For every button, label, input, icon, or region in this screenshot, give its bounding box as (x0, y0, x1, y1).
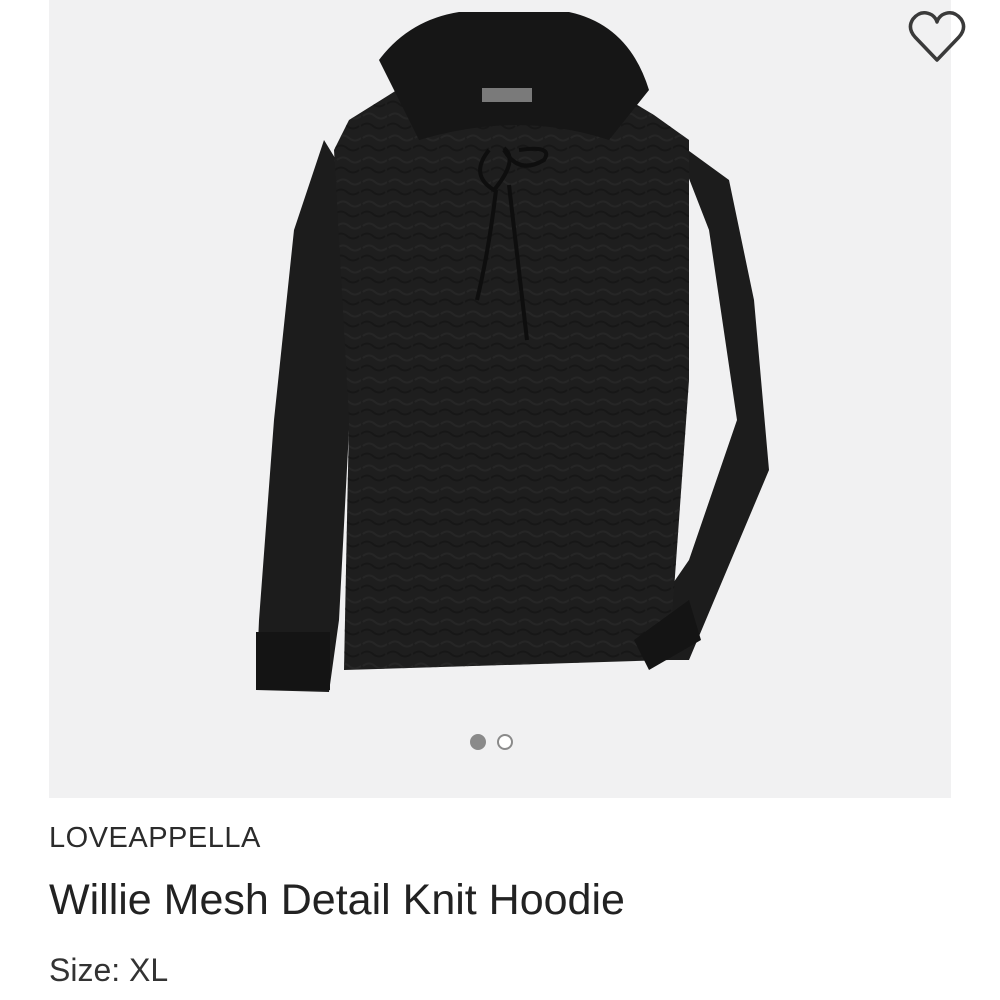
product-brand[interactable]: LOVEAPPELLA (49, 822, 261, 855)
heart-outline-icon (908, 11, 966, 62)
carousel-dot-2[interactable] (497, 734, 513, 750)
carousel-dot-1[interactable] (470, 734, 486, 750)
product-title: Willie Mesh Detail Knit Hoodie (49, 876, 625, 924)
product-image[interactable] (49, 0, 951, 798)
image-carousel-dots (470, 734, 513, 754)
favorite-button[interactable] (905, 6, 969, 66)
product-size: Size: XL (49, 952, 169, 988)
product-image-panel (49, 0, 966, 798)
hoodie-label (482, 88, 532, 102)
hoodie-hood (379, 12, 649, 140)
